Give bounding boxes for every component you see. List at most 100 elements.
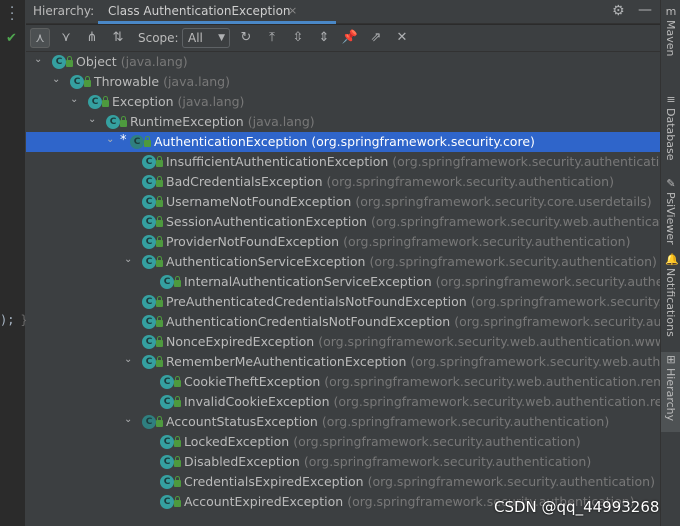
panel-label: Hierarchy: <box>33 4 95 18</box>
public-lock-icon <box>156 296 163 307</box>
tree-row[interactable]: C BadCredentialsException (org.springframe… <box>26 172 660 192</box>
tree-row[interactable]: ⌄ C Throwable (java.lang) <box>26 72 660 92</box>
class-name-text: CredentialsExpiredException <box>184 474 364 489</box>
class-name-text: InternalAuthenticationServiceException <box>184 274 432 289</box>
package-name: (org.springframework.security.web.authen… <box>410 354 660 369</box>
public-lock-icon <box>174 476 181 487</box>
more-vertical-icon[interactable]: · · · <box>10 2 14 27</box>
tree-row[interactable]: C InternalAuthenticationServiceException(… <box>26 272 660 292</box>
class-name-text: AccountStatusException <box>166 414 318 429</box>
class-name-text: CookieTheftException <box>184 374 321 389</box>
open-new-window-icon[interactable]: ⇗ <box>366 28 386 48</box>
class-icon: C <box>160 495 174 509</box>
gear-icon[interactable]: ⚙ <box>612 3 625 19</box>
tree-row[interactable]: C InvalidCookieException (org.springframew… <box>26 392 660 412</box>
class-name-text: AuthenticationException <box>154 134 308 149</box>
pin-icon[interactable]: 📌 <box>340 28 360 48</box>
chevron-down-icon[interactable]: ⌄ <box>52 74 64 85</box>
class-name: UsernameNotFoundException (org.springfram… <box>166 194 652 209</box>
tree-row[interactable]: C CookieTheftException (org.springframewor… <box>26 372 660 392</box>
class-name-text: DisabledException <box>184 454 300 469</box>
sort-alpha-icon[interactable]: ⇅ <box>108 28 128 48</box>
class-name: CookieTheftException (org.springframework… <box>184 374 660 389</box>
sidebar-tool-hierarchy[interactable]: ⊞ Hierarchy <box>661 352 680 432</box>
sidebar-tool-psiviewer[interactable]: ✎ PsiViewer <box>661 176 680 245</box>
tree-row[interactable]: C SessionAuthenticationException (org.spri… <box>26 212 660 232</box>
chevron-down-icon[interactable]: ⌄ <box>70 94 82 105</box>
chevron-down-icon[interactable]: ⌄ <box>124 254 136 265</box>
public-lock-icon <box>120 116 127 127</box>
sidebar-tool-notifications[interactable]: 🔔 Notifications <box>661 252 680 342</box>
class-icon: C <box>142 315 156 329</box>
tree-row[interactable]: ⌄ C AccountStatusException (org.springframe… <box>26 412 660 432</box>
expand-all-icon[interactable]: ⇳ <box>288 28 308 48</box>
chevron-down-icon[interactable]: ⌄ <box>34 54 46 65</box>
hierarchy-tree: ⌄ C Object (java.lang) ⌄ C Throwable (java.lang… <box>26 52 660 526</box>
package-name: (org.springframework.security.core.userd… <box>355 194 652 209</box>
class-name: RuntimeException (java.lang) <box>130 114 315 129</box>
tab-close-icon[interactable]: × <box>288 0 297 22</box>
public-lock-icon <box>156 356 163 367</box>
sidebar-tool-maven[interactable]: m Maven <box>661 4 680 64</box>
tree-row[interactable]: C AuthenticationCredentialsNotFoundExcept… <box>26 312 660 332</box>
tree-row[interactable]: ⌄ C Exception (java.lang) <box>26 92 660 112</box>
sidebar-tool-database[interactable]: ≡ Database <box>661 92 680 162</box>
class-name-text: Exception <box>112 94 174 109</box>
minimize-icon[interactable]: — <box>638 2 652 18</box>
chevron-down-icon: ▼ <box>218 33 225 43</box>
public-lock-icon <box>174 456 181 467</box>
tree-row[interactable]: ⌄ C RememberMeAuthenticationException (org.… <box>26 352 660 372</box>
class-name-text: AuthenticationCredentialsNotFoundExcepti… <box>166 314 451 329</box>
class-name: RememberMeAuthenticationException (org.sp… <box>166 354 660 369</box>
tree-row[interactable]: ⌄ C AuthenticationServiceException (org.spr… <box>26 252 660 272</box>
package-name: (java.lang) <box>163 74 230 89</box>
sidebar-tool-label: Database <box>664 108 677 161</box>
class-name-text: UsernameNotFoundException <box>166 194 352 209</box>
tree-row[interactable]: C CredentialsExpiredException (org.springf… <box>26 472 660 492</box>
public-lock-icon <box>174 396 181 407</box>
class-name-text: AccountExpiredException <box>184 494 344 509</box>
collapse-all-icon[interactable]: ⇕ <box>314 28 334 48</box>
class-name-text: PreAuthenticatedCredentialsNotFoundExcep… <box>166 294 467 309</box>
tree-row[interactable]: ⌄ C Object (java.lang) <box>26 52 660 72</box>
class-name-text: InsufficientAuthenticationException <box>166 154 389 169</box>
psiviewer-icon: ✎ <box>666 177 676 190</box>
hierarchy-toolbar: ⋏ ⋎ ⋔ ⇅ Scope: All ▼ ↻ ⤒ ⇳ ⇕ 📌 ⇗ ✕ <box>26 25 660 52</box>
subtypes-hierarchy-icon[interactable]: ⋏ <box>30 28 50 48</box>
tree-row[interactable]: ⌄ C RuntimeException (java.lang) <box>26 112 660 132</box>
close-icon[interactable]: ✕ <box>392 28 412 48</box>
class-name-text: SessionAuthenticationException <box>166 214 367 229</box>
package-name: (org.springframework.security.authentica <box>435 274 660 289</box>
tree-row[interactable]: C InsufficientAuthenticationException (org… <box>26 152 660 172</box>
tree-row-selected[interactable]: ⌄ * C AuthenticationException (org.springfra… <box>26 132 660 152</box>
class-icon: C <box>142 215 156 229</box>
chevron-down-icon[interactable]: ⌄ <box>124 354 136 365</box>
tree-row[interactable]: C LockedException (org.springframework.sec… <box>26 432 660 452</box>
tab-class-hierarchy[interactable]: Class AuthenticationException × <box>98 0 336 24</box>
tree-row[interactable]: C DisabledException (org.springframework.s… <box>26 452 660 472</box>
scope-select[interactable]: All ▼ <box>182 28 230 48</box>
supertypes-hierarchy-icon[interactable]: ⋎ <box>56 28 76 48</box>
tree-row[interactable]: C NonceExpiredException (org.springframewo… <box>26 332 660 352</box>
tree-row[interactable]: C UsernameNotFoundException (org.springfra… <box>26 192 660 212</box>
chevron-down-icon[interactable]: ⌄ <box>88 114 100 125</box>
tree-row[interactable]: C ProviderNotFoundException (org.springfra… <box>26 232 660 252</box>
class-icon: C <box>142 255 156 269</box>
refresh-icon[interactable]: ↻ <box>236 28 256 48</box>
class-name: AccountStatusException (org.springframewo… <box>166 414 609 429</box>
sidebar-tool-label: Notifications <box>664 268 677 337</box>
notifications-icon: 🔔 <box>665 253 679 266</box>
tree-row[interactable]: C PreAuthenticatedCredentialsNotFoundExce… <box>26 292 660 312</box>
sidebar-tool-label: PsiViewer <box>664 192 677 245</box>
chevron-down-icon[interactable]: ⌄ <box>124 414 136 425</box>
class-name: Object (java.lang) <box>76 54 188 69</box>
class-name: AuthenticationException (org.springframew… <box>154 134 535 149</box>
class-hierarchy-icon[interactable]: ⋔ <box>82 28 102 48</box>
package-name: (java.lang) <box>247 114 315 129</box>
scroll-to-source-icon[interactable]: ⤒ <box>262 28 282 48</box>
chevron-down-icon[interactable]: ⌄ <box>106 134 118 145</box>
public-lock-icon <box>156 196 163 207</box>
package-name: (org.springframework.security.authentica… <box>321 414 610 429</box>
public-lock-icon <box>156 216 163 227</box>
class-name-text: ProviderNotFoundException <box>166 234 340 249</box>
